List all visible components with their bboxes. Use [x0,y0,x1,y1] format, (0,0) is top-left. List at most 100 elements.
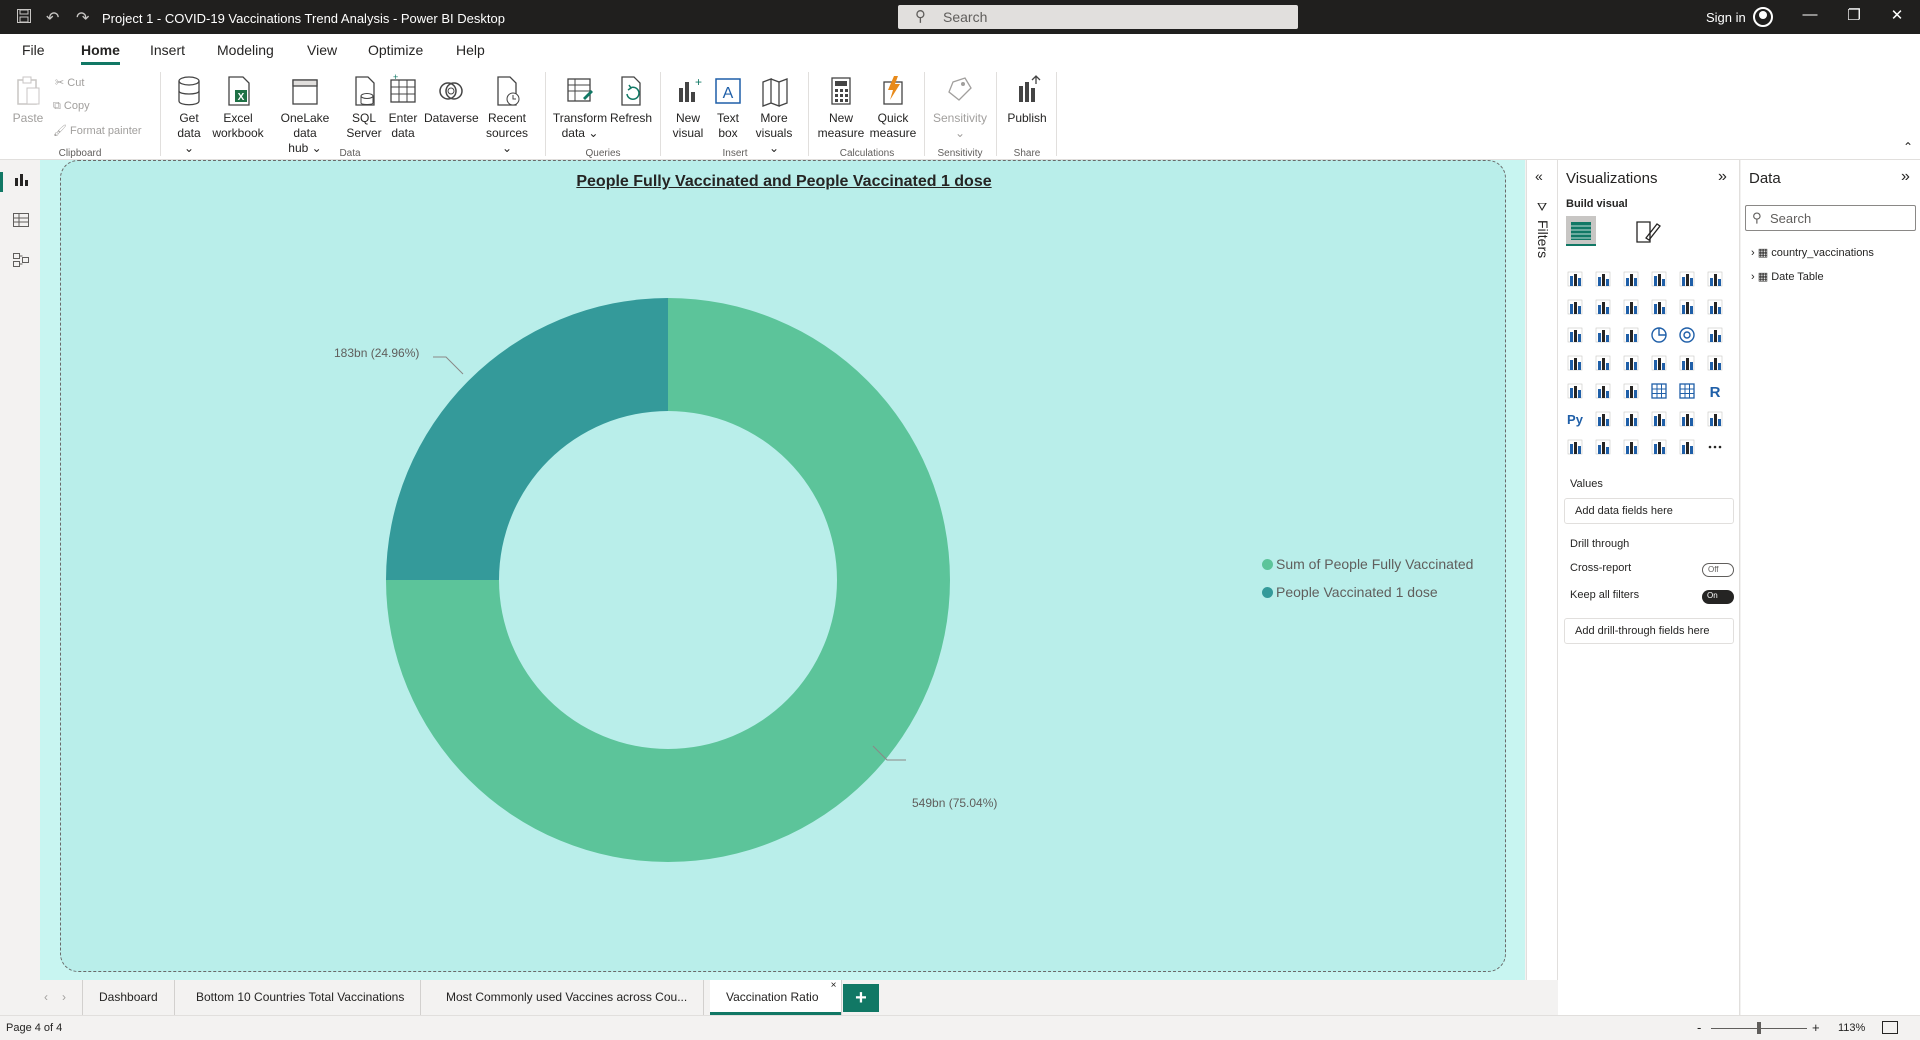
python-visual-visual-icon[interactable]: Py [1566,410,1584,428]
donut-visual-icon[interactable] [1678,326,1696,344]
kpi-visual-icon[interactable] [1594,382,1612,400]
get-data-button[interactable]: Get data ⌄ [172,74,206,156]
stacked-bar-visual-icon[interactable] [1566,270,1584,288]
matrix-visual-icon[interactable] [1678,382,1696,400]
legend-item-fully-vaccinated[interactable]: Sum of People Fully Vaccinated [1262,556,1473,572]
line-visual-icon[interactable] [1566,298,1584,316]
cut-button[interactable]: ✂ Cut [55,76,84,89]
excel-workbook-button[interactable]: X Excel workbook [210,74,266,141]
more-visuals-button[interactable]: More visuals ⌄ [750,74,798,156]
sql-server-button[interactable]: SQL Server [346,74,382,141]
new-measure-button[interactable]: New measure [816,74,866,141]
page-tab-vaccines[interactable]: Most Commonly used Vaccines across Cou..… [430,980,705,1015]
donut-slice-one-dose[interactable] [386,298,668,580]
zoom-slider-thumb[interactable] [1757,1022,1761,1034]
collapse-data-icon[interactable]: » [1901,168,1910,186]
map-visual-icon[interactable] [1566,354,1584,372]
account-icon[interactable] [1753,7,1773,27]
redo-icon[interactable]: ↷ [76,8,89,28]
save-icon[interactable] [16,8,32,29]
scroll-left-icon[interactable]: ‹ [44,990,48,1004]
qa-visual-icon[interactable] [1650,410,1668,428]
minimize-icon[interactable]: — [1795,6,1825,23]
restore-icon[interactable]: ❐ [1839,6,1869,24]
cross-report-toggle[interactable]: Off [1702,563,1734,577]
power-automate-visual-icon[interactable] [1622,438,1640,456]
add-page-button[interactable]: + [843,984,879,1012]
more-visual-icon[interactable] [1706,438,1724,456]
drill-through-drop-zone[interactable]: Add drill-through fields here [1564,618,1734,644]
filters-pane[interactable]: « ⛛ Filters [1526,160,1558,980]
sensitivity-button[interactable]: Sensitivity ⌄ [930,74,990,141]
slicer-visual-icon[interactable] [1622,382,1640,400]
page-tab-vaccination-ratio[interactable]: Vaccination Ratio × [710,980,842,1015]
clustered-bar-visual-icon[interactable] [1622,270,1640,288]
fit-to-page-icon[interactable] [1882,1021,1898,1034]
clustered-column-visual-icon[interactable] [1650,270,1668,288]
paginated-report-visual-icon[interactable] [1566,438,1584,456]
smart-narrative-visual-icon[interactable] [1678,410,1696,428]
r-visual-visual-icon[interactable]: R [1706,382,1724,401]
scroll-right-icon[interactable]: › [62,990,66,1004]
values-drop-zone[interactable]: Add data fields here [1564,498,1734,524]
gauge-visual-icon[interactable] [1678,354,1696,372]
tab-help[interactable]: Help [456,42,485,58]
ribbon-visual-icon[interactable] [1706,298,1724,316]
waterfall-visual-icon[interactable] [1566,326,1584,344]
publish-button[interactable]: Publish [1004,74,1050,126]
funnel-visual-icon[interactable] [1594,326,1612,344]
zoom-in-button[interactable]: + [1812,1020,1820,1035]
100-bar-visual-icon[interactable] [1678,270,1696,288]
tab-modeling[interactable]: Modeling [217,42,274,58]
dataverse-button[interactable]: Dataverse [424,74,479,126]
goals-visual-icon[interactable] [1706,410,1724,428]
zoom-out-button[interactable]: - [1697,1020,1701,1035]
power-apps-visual-icon[interactable] [1594,438,1612,456]
stacked-area-visual-icon[interactable] [1622,298,1640,316]
card-visual-icon[interactable] [1706,354,1724,372]
transform-data-button[interactable]: Transform data ⌄ [552,74,608,141]
legend-item-one-dose[interactable]: People Vaccinated 1 dose [1262,584,1438,600]
filled-map-visual-icon[interactable] [1594,354,1612,372]
build-visual-tab[interactable] [1566,216,1596,246]
area-visual-icon[interactable] [1594,298,1612,316]
line-column-visual-icon[interactable] [1650,298,1668,316]
title-search-box[interactable]: ⚲ Search [898,5,1298,29]
enter-data-button[interactable]: + Enter data [386,72,420,141]
undo-icon[interactable]: ↶ [46,8,59,28]
tab-optimize[interactable]: Optimize [368,42,423,58]
expand-filters-icon[interactable]: « [1535,168,1543,184]
close-icon[interactable]: ✕ [1882,6,1912,24]
collapse-visualizations-icon[interactable]: » [1718,168,1727,186]
decomposition-tree-visual-icon[interactable] [1622,410,1640,428]
tab-view[interactable]: View [307,42,337,58]
copy-button[interactable]: ⧉ Copy [53,100,90,113]
collapse-ribbon-icon[interactable]: ⌃ [1903,140,1913,154]
text-box-button[interactable]: A Text box [710,74,746,141]
donut-chart-visual[interactable]: People Fully Vaccinated and People Vacci… [60,160,1506,972]
shape-map-visual-icon[interactable] [1622,354,1640,372]
key-influencers-visual-icon[interactable] [1594,410,1612,428]
azure-map-visual-icon[interactable] [1650,354,1668,372]
refresh-button[interactable]: Refresh [610,74,652,126]
sign-in-link[interactable]: Sign in [1706,10,1746,25]
arcgis-visual-icon[interactable] [1650,438,1668,456]
table-item[interactable]: › ▦ country_vaccinations [1751,246,1874,259]
pie-visual-icon[interactable] [1650,326,1668,344]
paste-button[interactable]: Paste [12,74,44,126]
page-tab-dashboard[interactable]: Dashboard [82,980,175,1015]
stacked-column-visual-icon[interactable] [1594,270,1612,288]
scatter-visual-icon[interactable] [1622,326,1640,344]
keep-filters-toggle[interactable]: On [1702,590,1734,604]
tab-insert[interactable]: Insert [150,42,185,58]
treemap-visual-icon[interactable] [1706,326,1724,344]
recent-sources-button[interactable]: Recent sources ⌄ [482,74,532,156]
100-column-visual-icon[interactable] [1706,270,1724,288]
tab-file[interactable]: File [22,42,45,58]
new-visual-button[interactable]: + New visual [668,74,708,141]
close-page-icon[interactable]: × [831,968,837,1003]
format-visual-tab[interactable] [1632,218,1662,246]
narrative-visual-icon[interactable] [1678,438,1696,456]
page-tab-bottom-10[interactable]: Bottom 10 Countries Total Vaccinations [180,980,422,1015]
table-view-icon[interactable] [12,212,30,228]
